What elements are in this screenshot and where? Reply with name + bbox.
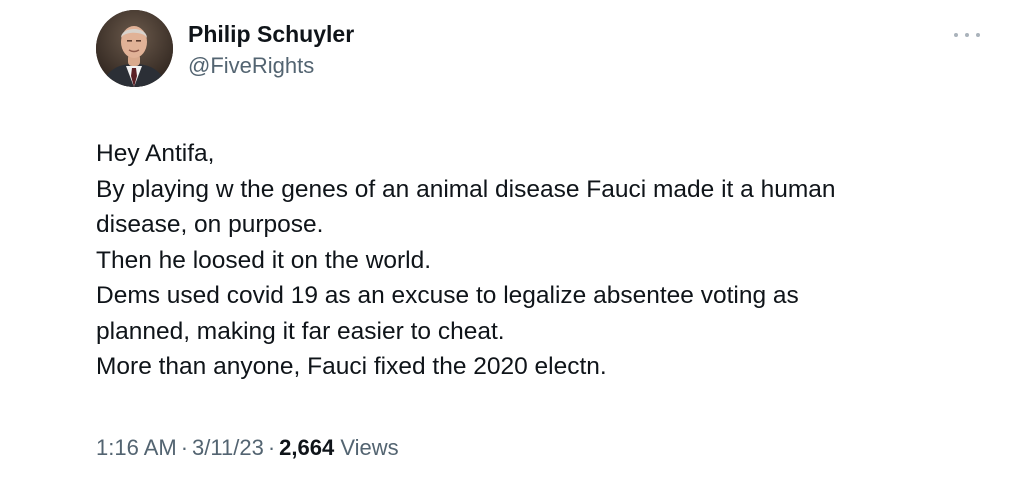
views-count: 2,664: [279, 435, 335, 460]
meta-separator: ·: [267, 435, 276, 460]
tweet-line: More than anyone, Fauci fixed the 2020 e…: [96, 353, 607, 380]
tweet-line: By playing w the genes of an animal dise…: [96, 175, 836, 203]
more-dot: [976, 33, 980, 37]
author-name[interactable]: Philip Schuyler: [188, 20, 354, 48]
tweet-line: disease, on purpose.: [96, 211, 324, 238]
tweet-meta: 1:16 AM · 3/11/23 · 2,664 Views: [96, 434, 399, 462]
tweet-text: Hey Antifa, By playing w the genes of an…: [96, 136, 976, 385]
tweet: Philip Schuyler @FiveRights Hey Antifa, …: [0, 0, 1015, 481]
views-label: Views: [340, 435, 399, 460]
tweet-line: Dems used covid 19 as an excuse to legal…: [96, 282, 799, 309]
tweet-line: planned, making it far easier to cheat.: [96, 317, 505, 345]
more-dot: [965, 33, 969, 37]
meta-separator: ·: [180, 435, 189, 460]
avatar[interactable]: [96, 10, 173, 87]
tweet-time[interactable]: 1:16 AM: [96, 435, 177, 460]
avatar-photo: [96, 10, 173, 87]
more-options-icon[interactable]: [954, 26, 980, 44]
tweet-line: Then he loosed it on the world.: [96, 246, 432, 274]
tweet-line: Hey Antifa,: [96, 140, 215, 167]
more-dot: [954, 33, 958, 37]
tweet-date[interactable]: 3/11/23: [192, 435, 264, 460]
author-handle[interactable]: @FiveRights: [188, 53, 314, 79]
